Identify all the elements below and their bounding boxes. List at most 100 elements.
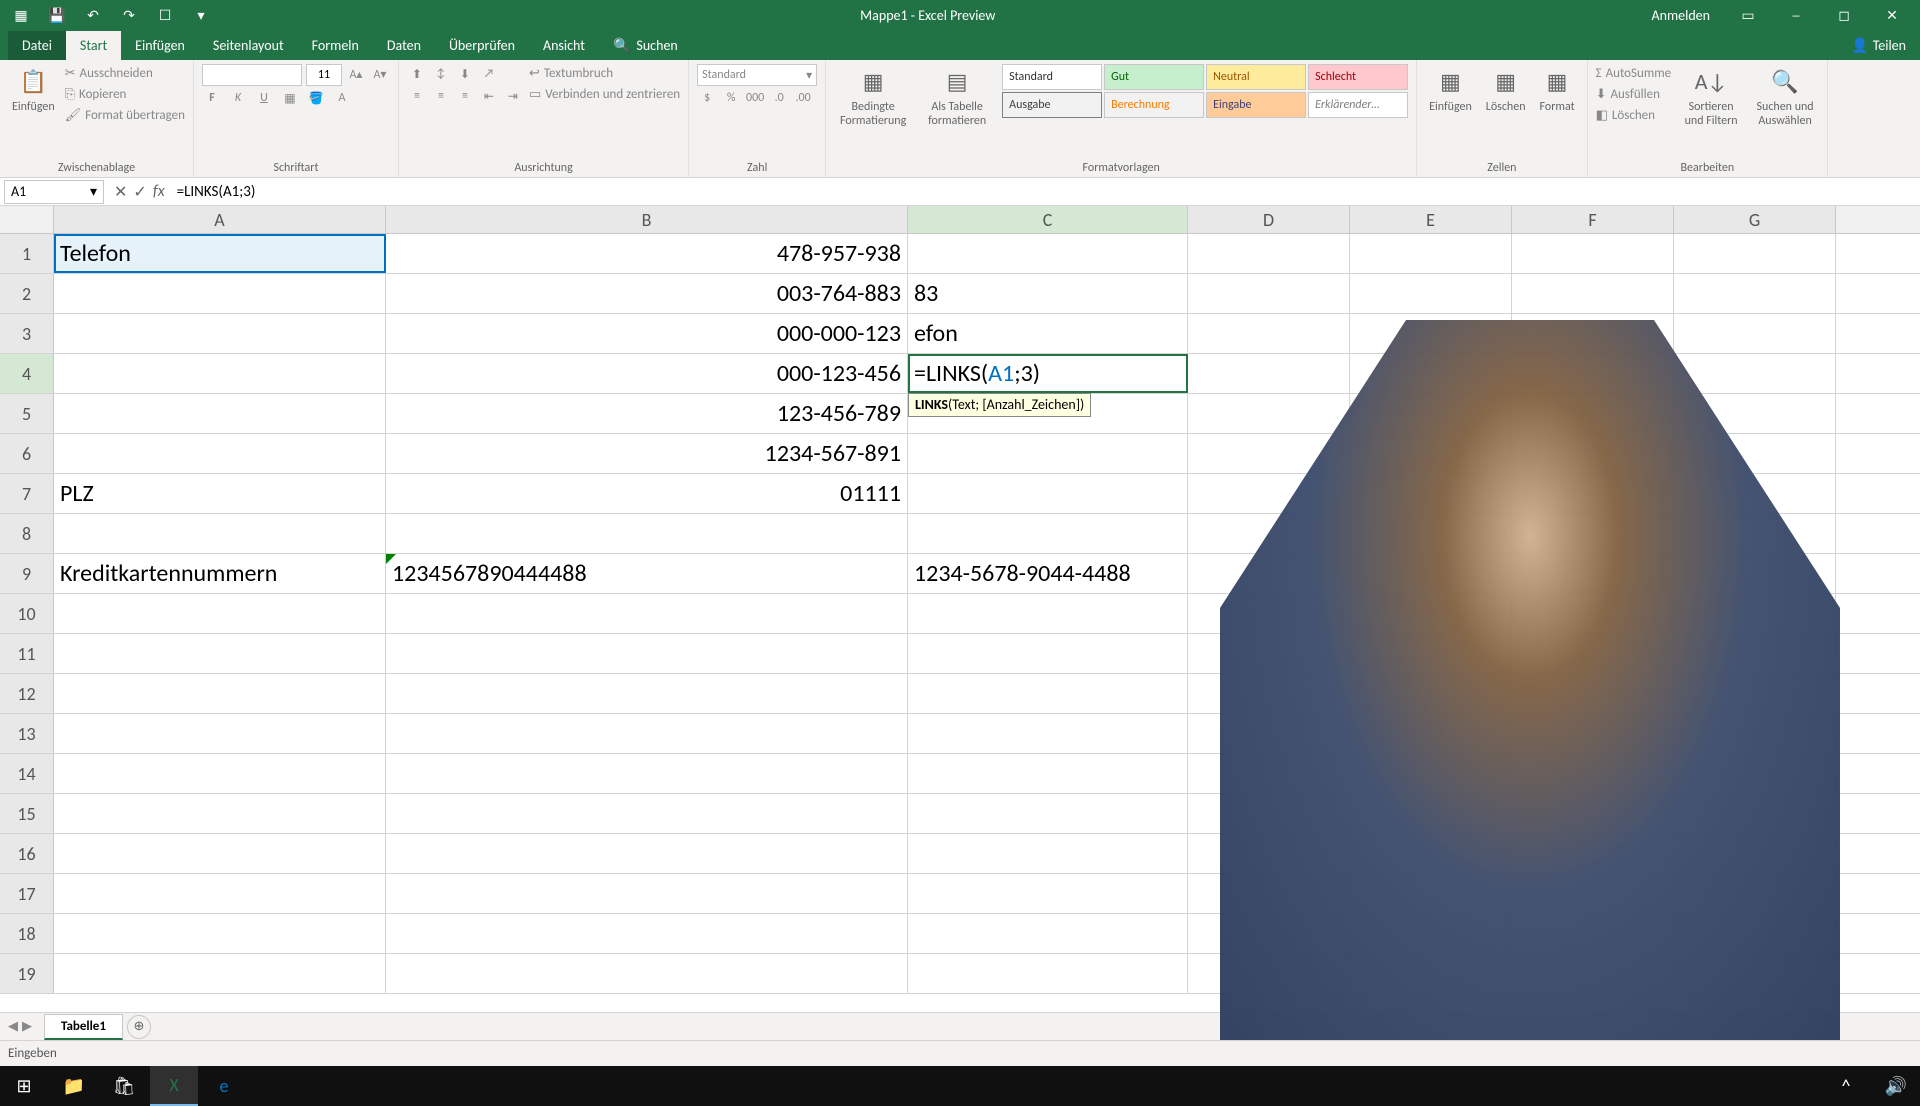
col-header-a[interactable]: A [54, 206, 386, 233]
cell-b9[interactable]: 1234567890444488 [386, 554, 908, 593]
autosum-button[interactable]: Σ AutoSumme [1596, 64, 1671, 83]
redo-icon[interactable]: ↷ [116, 2, 142, 28]
search-tab[interactable]: 🔍 Suchen [599, 31, 692, 60]
worksheet-grid[interactable]: A B C D E F G 1 Telefon 478-957-938 2 00… [0, 206, 1920, 1012]
sort-filter-button[interactable]: A↓Sortieren und Filtern [1677, 64, 1745, 131]
taskbar-store-icon[interactable]: 🛍 [100, 1066, 148, 1106]
row-header-13[interactable]: 13 [0, 714, 54, 753]
conditional-format-button[interactable]: ▦ Bedingte Formatierung [834, 64, 912, 131]
tab-start[interactable]: Start [66, 31, 121, 60]
taskbar-edge-icon[interactable]: e [200, 1066, 248, 1106]
bold-button[interactable]: F [202, 88, 222, 108]
clear-button[interactable]: ◧ Löschen [1596, 106, 1671, 125]
tab-formulas[interactable]: Formeln [298, 31, 373, 60]
taskbar-tray-up-icon[interactable]: ^ [1822, 1066, 1870, 1106]
format-as-table-button[interactable]: ▤ Als Tabelle formatieren [918, 64, 996, 131]
decrease-indent-icon[interactable]: ⇤ [479, 86, 499, 106]
cell-b4[interactable]: 000-123-456 [386, 354, 908, 393]
close-icon[interactable]: ✕ [1872, 0, 1912, 30]
paste-button[interactable]: 📋 Einfügen [8, 64, 59, 116]
row-header-9[interactable]: 9 [0, 554, 54, 593]
align-bottom-icon[interactable]: ⬇ [455, 64, 475, 84]
delete-cells-button[interactable]: ▦Löschen [1482, 64, 1530, 116]
save-icon[interactable]: 💾 [44, 2, 70, 28]
signin-link[interactable]: Anmelden [1642, 7, 1721, 24]
name-box[interactable]: A1 ▾ [4, 180, 104, 204]
touch-mode-icon[interactable]: ☐ [152, 2, 178, 28]
row-header-14[interactable]: 14 [0, 754, 54, 793]
cell-c9[interactable]: 1234-5678-9044-4488 [908, 554, 1188, 593]
insert-cells-button[interactable]: ▦Einfügen [1425, 64, 1476, 116]
cell-b2[interactable]: 003-764-883 [386, 274, 908, 313]
row-header-3[interactable]: 3 [0, 314, 54, 353]
add-sheet-button[interactable]: ⊕ [127, 1015, 151, 1039]
style-standard[interactable]: Standard [1002, 64, 1102, 90]
row-header-7[interactable]: 7 [0, 474, 54, 513]
font-size-select[interactable] [306, 64, 342, 86]
row-header-5[interactable]: 5 [0, 394, 54, 433]
currency-icon[interactable]: $ [697, 88, 717, 108]
sheet-nav-prev-icon[interactable]: ◀ [8, 1019, 18, 1034]
sheet-tab-tabelle1[interactable]: Tabelle1 [44, 1014, 123, 1040]
percent-icon[interactable]: % [721, 88, 741, 108]
increase-indent-icon[interactable]: ⇥ [503, 86, 523, 106]
cell-c2[interactable]: 83 [908, 274, 1188, 313]
row-header-11[interactable]: 11 [0, 634, 54, 673]
style-gut[interactable]: Gut [1104, 64, 1204, 90]
taskbar-explorer-icon[interactable]: 📁 [50, 1066, 98, 1106]
minimize-icon[interactable]: ─ [1776, 0, 1816, 30]
tab-insert[interactable]: Einfügen [121, 31, 199, 60]
cell-b1[interactable]: 478-957-938 [386, 234, 908, 273]
col-header-g[interactable]: G [1674, 206, 1836, 233]
formula-input[interactable] [171, 180, 1920, 204]
row-header-12[interactable]: 12 [0, 674, 54, 713]
cell-f1[interactable] [1512, 234, 1674, 273]
italic-button[interactable]: K [228, 88, 248, 108]
col-header-c[interactable]: C [908, 206, 1188, 233]
wrap-text-button[interactable]: ↩ Textumbruch [529, 64, 680, 83]
taskbar-excel-icon[interactable]: X [150, 1066, 198, 1106]
orientation-icon[interactable]: ↗ [479, 64, 499, 84]
font-family-select[interactable] [202, 64, 302, 86]
underline-button[interactable]: U [254, 88, 274, 108]
style-berechnung[interactable]: Berechnung [1104, 92, 1204, 118]
border-button[interactable]: ▦ [280, 88, 300, 108]
style-schlecht[interactable]: Schlecht [1308, 64, 1408, 90]
row-header-15[interactable]: 15 [0, 794, 54, 833]
share-button[interactable]: 👤 Teilen [1837, 31, 1920, 60]
align-right-icon[interactable]: ≡ [455, 86, 475, 106]
accept-formula-icon[interactable]: ✓ [133, 182, 146, 202]
start-button[interactable]: ⊞ [0, 1066, 48, 1106]
tab-data[interactable]: Daten [373, 31, 435, 60]
col-header-f[interactable]: F [1512, 206, 1674, 233]
format-painter-button[interactable]: 🖌 Format übertragen [65, 106, 185, 125]
fill-color-button[interactable]: 🪣 [306, 88, 326, 108]
cell-b3[interactable]: 000-000-123 [386, 314, 908, 353]
thousand-icon[interactable]: 000 [745, 88, 765, 108]
cancel-formula-icon[interactable]: ✕ [114, 182, 127, 202]
col-header-d[interactable]: D [1188, 206, 1350, 233]
shrink-font-icon[interactable]: A▾ [370, 64, 390, 84]
row-header-18[interactable]: 18 [0, 914, 54, 953]
undo-icon[interactable]: ↶ [80, 2, 106, 28]
row-header-16[interactable]: 16 [0, 834, 54, 873]
align-left-icon[interactable]: ≡ [407, 86, 427, 106]
cell-a1[interactable]: Telefon [54, 234, 386, 273]
tab-file[interactable]: Datei [8, 31, 66, 60]
style-eingabe[interactable]: Eingabe [1206, 92, 1306, 118]
cell-b6[interactable]: 1234-567-891 [386, 434, 908, 473]
cell-b5[interactable]: 123-456-789 [386, 394, 908, 433]
col-header-b[interactable]: B [386, 206, 908, 233]
font-color-button[interactable]: A [332, 88, 352, 108]
sheet-nav-next-icon[interactable]: ▶ [22, 1019, 32, 1034]
tab-review[interactable]: Überprüfen [435, 31, 529, 60]
align-top-icon[interactable]: ⬆ [407, 64, 427, 84]
style-neutral[interactable]: Neutral [1206, 64, 1306, 90]
tab-view[interactable]: Ansicht [529, 31, 599, 60]
taskbar-volume-icon[interactable]: 🔊 [1872, 1066, 1920, 1106]
select-all-corner[interactable] [0, 206, 54, 233]
cell-a9[interactable]: Kreditkartennummern [54, 554, 386, 593]
cell-a2[interactable] [54, 274, 386, 313]
format-cells-button[interactable]: ▦Format [1536, 64, 1579, 116]
col-header-e[interactable]: E [1350, 206, 1512, 233]
